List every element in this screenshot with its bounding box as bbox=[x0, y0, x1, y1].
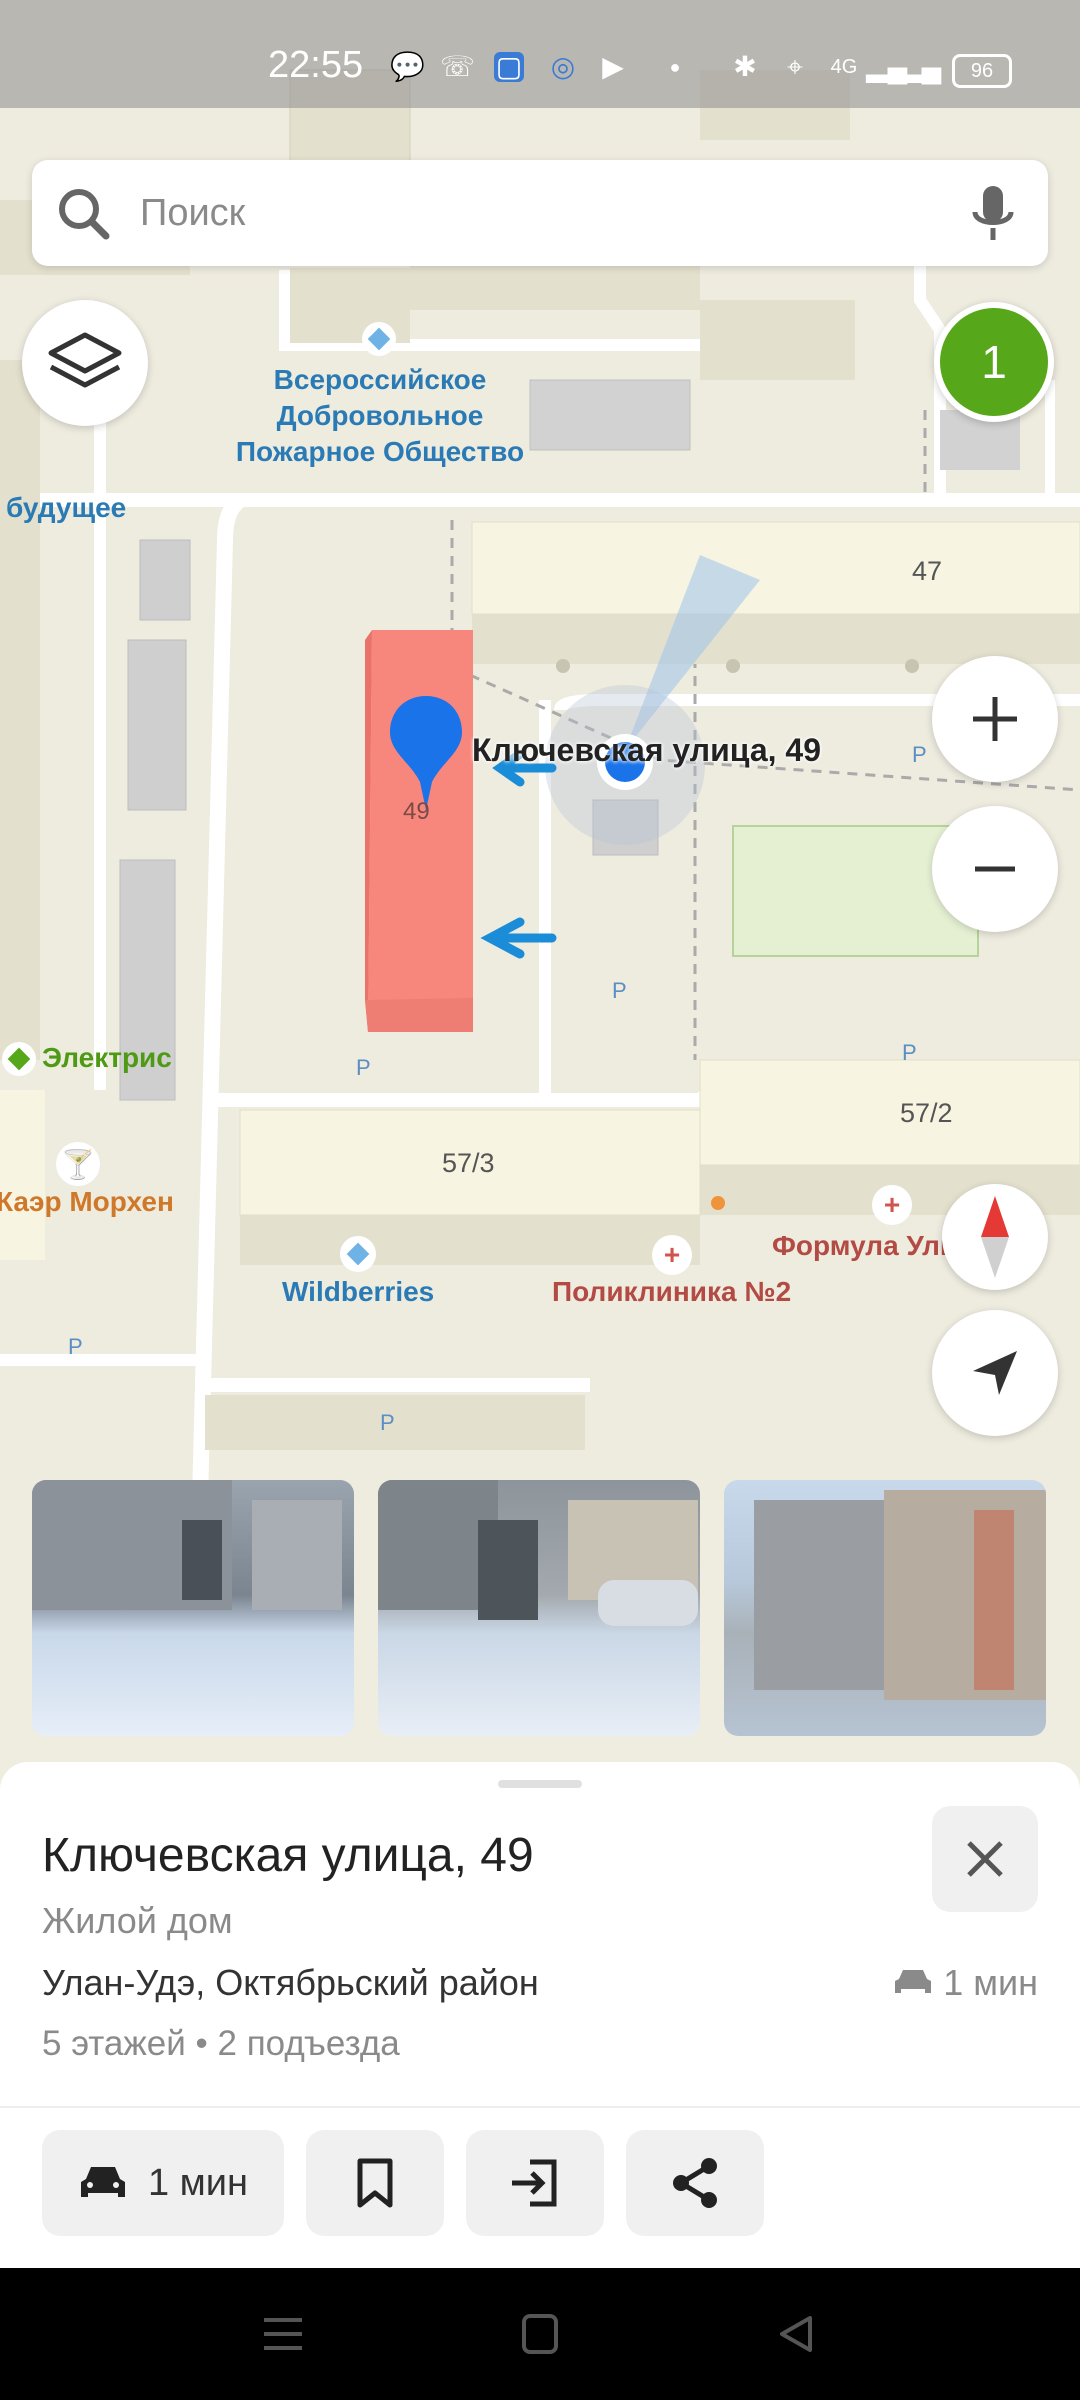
search-bar[interactable]: Поиск bbox=[32, 160, 1048, 266]
dental-poi-icon[interactable]: + bbox=[872, 1185, 912, 1225]
browser-icon: ◎ bbox=[550, 51, 576, 82]
route-label: 1 мин bbox=[147, 2161, 249, 2204]
navigation-arrow-icon bbox=[973, 1351, 1017, 1395]
wildberries-poi-icon[interactable] bbox=[340, 1236, 376, 1272]
notification-badge[interactable]: 1 bbox=[934, 302, 1054, 422]
dot-icon: ● bbox=[669, 57, 681, 77]
battery-level: 96 bbox=[952, 54, 1012, 88]
parking-label: P bbox=[612, 978, 627, 1003]
parking-label: P bbox=[68, 1334, 83, 1359]
search-input[interactable]: Поиск bbox=[140, 192, 245, 235]
future-label[interactable]: будущее bbox=[6, 490, 126, 526]
wildberries-label[interactable]: Wildberries bbox=[282, 1274, 434, 1310]
app-icon: ▢ bbox=[494, 51, 524, 82]
photo-thumbnail[interactable] bbox=[378, 1480, 700, 1736]
fire-society-poi-icon[interactable] bbox=[362, 322, 396, 356]
share-icon bbox=[673, 2158, 717, 2208]
compass-button[interactable] bbox=[942, 1184, 1048, 1290]
place-title: Ключевская улица, 49 bbox=[42, 1829, 534, 1882]
location-icon: ⌖ bbox=[787, 51, 803, 82]
share-button[interactable] bbox=[626, 2130, 764, 2236]
close-icon bbox=[967, 1841, 1003, 1877]
youtube-icon: ▶ bbox=[602, 51, 624, 82]
enter-icon bbox=[512, 2159, 557, 2207]
bookmark-button[interactable] bbox=[306, 2130, 444, 2236]
signal-icon: ▂▄ bbox=[866, 51, 908, 82]
parking-label: P bbox=[902, 1040, 917, 1065]
place-eta: 1 мин bbox=[893, 1962, 1038, 2006]
layers-icon bbox=[48, 332, 122, 388]
search-icon bbox=[59, 189, 110, 240]
parking-label: P bbox=[380, 1410, 395, 1435]
selected-address-label: Ключевская улица, 49 bbox=[472, 732, 821, 768]
parking-label: P bbox=[356, 1055, 371, 1080]
building-47-label: 47 bbox=[912, 556, 943, 586]
drag-handle[interactable] bbox=[498, 1780, 582, 1788]
place-address: Улан-Удэ, Октябрьский район bbox=[42, 1962, 539, 2003]
bookmark-icon bbox=[357, 2158, 393, 2208]
my-location-button[interactable] bbox=[932, 1310, 1058, 1436]
compass-icon bbox=[981, 1196, 1009, 1278]
menu-icon[interactable] bbox=[262, 2314, 304, 2354]
status-time: 22:55 bbox=[268, 44, 364, 86]
close-button[interactable] bbox=[932, 1806, 1038, 1912]
cocktail-icon[interactable]: 🍸 bbox=[56, 1142, 100, 1186]
bluetooth-icon: ✱ bbox=[733, 51, 757, 82]
whatsapp-icon: ☏ bbox=[440, 51, 476, 82]
electric-poi-icon[interactable] bbox=[2, 1042, 36, 1076]
car-icon bbox=[893, 1964, 933, 2006]
photo-thumbnail[interactable] bbox=[32, 1480, 354, 1736]
parking-label: P bbox=[912, 742, 927, 767]
car-icon bbox=[80, 2167, 125, 2197]
minus-icon bbox=[975, 866, 1015, 872]
home-icon[interactable] bbox=[520, 2312, 560, 2356]
selected-pin[interactable] bbox=[388, 694, 464, 814]
entrance-button[interactable] bbox=[466, 2130, 604, 2236]
route-button[interactable]: 1 мин bbox=[42, 2130, 284, 2236]
photo-thumbnail[interactable] bbox=[724, 1480, 1046, 1736]
microphone-icon[interactable] bbox=[968, 184, 1018, 244]
electric-label[interactable]: Электрис bbox=[42, 1040, 172, 1076]
back-icon[interactable] bbox=[776, 2314, 816, 2354]
pin-number-label: 49 bbox=[403, 798, 430, 825]
zoom-out-button[interactable] bbox=[932, 806, 1058, 932]
plus-icon bbox=[973, 697, 1017, 741]
fire-society-label[interactable]: Всероссийское Добровольное Пожарное Обще… bbox=[225, 362, 535, 470]
zoom-in-button[interactable] bbox=[932, 656, 1058, 782]
clinic-poi-icon[interactable]: + bbox=[652, 1235, 692, 1275]
building-57-3-label: 57/3 bbox=[442, 1148, 495, 1178]
system-nav-bar bbox=[0, 2268, 1080, 2400]
signal-icon: ▂▄ bbox=[900, 51, 942, 82]
status-bar: 22:55 💬 ☏ ▢ ◎ ▶ ● ✱ ⌖ 4G ▂▄ ▂▄ 96 bbox=[0, 0, 1080, 108]
message-icon: 💬 bbox=[390, 51, 425, 82]
layers-button[interactable] bbox=[22, 300, 148, 426]
bar-label[interactable]: Каэр Морхен bbox=[0, 1184, 174, 1220]
place-info: 5 этажей • 2 подъезда bbox=[42, 2024, 400, 2063]
place-category: Жилой дом bbox=[42, 1900, 233, 1941]
building-57-2-label: 57/2 bbox=[900, 1098, 953, 1128]
action-bar: 1 мин bbox=[0, 2106, 1080, 2268]
place-eta-value: 1 мин bbox=[943, 1962, 1038, 2003]
clinic-label[interactable]: Поликлиника №2 bbox=[552, 1274, 791, 1310]
network-type: 4G bbox=[830, 56, 858, 78]
